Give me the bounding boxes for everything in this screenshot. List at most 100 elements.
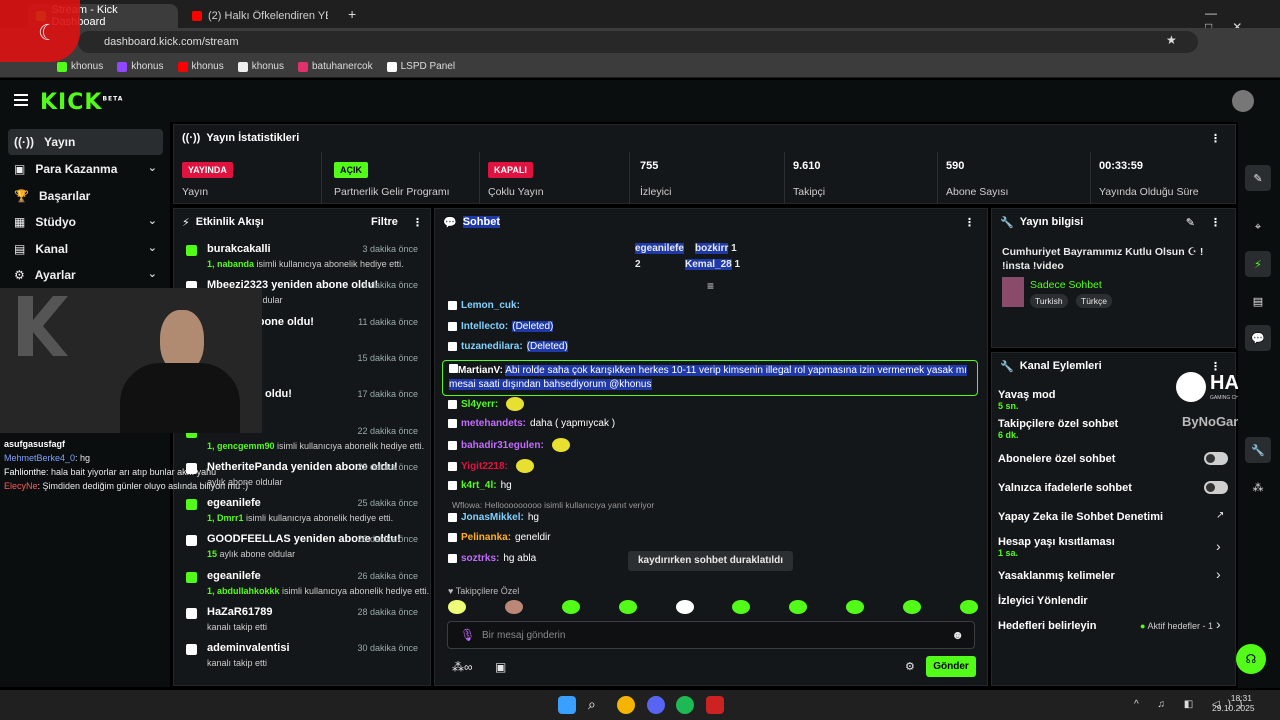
chat-settings-icon[interactable]: ⚙ — [905, 660, 915, 673]
more-icon[interactable]: ⋮ — [1210, 216, 1221, 229]
account-age-control[interactable]: Hesap yaşı kısıtlaması 1 sa. — [998, 536, 1115, 558]
emoji-icon[interactable]: ☻ — [951, 628, 964, 642]
wrench-icon[interactable]: 🔧 — [1245, 437, 1271, 463]
chat-username[interactable]: Lemon_cuk: — [461, 300, 520, 311]
filter-button[interactable]: Filtre — [371, 216, 398, 228]
ai-moderation-control[interactable]: Yapay Zeka ile Sohbet Denetimi — [998, 511, 1163, 523]
chat-message[interactable]: bahadir31egulen: — [448, 438, 570, 452]
chat-username[interactable]: Intellecto: — [461, 321, 508, 332]
stat-card-multistream[interactable]: KAPALI Çoklu Yayın — [480, 152, 630, 204]
emote-icon[interactable] — [732, 600, 751, 614]
sidebar-item-para-kazanma[interactable]: ▣ Para Kazanma ⌄ — [8, 156, 163, 182]
sidebar-item-ayarlar[interactable]: ⚙ Ayarlar ⌄ — [8, 262, 163, 288]
chat-username[interactable]: tuzanedilara: — [461, 341, 523, 352]
chat-username[interactable]: Pelinanka: — [461, 532, 511, 543]
banned-words-control[interactable]: Yasaklanmış kelimeler — [998, 570, 1115, 582]
goals-control[interactable]: Hedefleri belirleyin — [998, 620, 1096, 632]
chat-paused-notice[interactable]: kaydırırken sohbet duraklatıldı — [628, 551, 794, 571]
emote-icon[interactable] — [675, 600, 694, 614]
chat-username[interactable]: MartianV: — [458, 365, 503, 376]
more-icon[interactable]: ⋮ — [1210, 132, 1221, 145]
activity-event[interactable]: GOODFEELLAS yeniden abone oldu! 26 dakik… — [174, 529, 424, 565]
activity-event[interactable]: burakcakalli 3 dakika önce 1, nabanda is… — [174, 239, 424, 275]
chat-username[interactable]: k4rt_4l: — [461, 480, 497, 491]
emote-icon[interactable] — [789, 600, 808, 614]
sidebar-item-studyo[interactable]: ▦ Stüdyo ⌄ — [8, 209, 163, 235]
emote-icon[interactable] — [959, 600, 978, 614]
discord-icon[interactable] — [647, 696, 665, 714]
tools-icon[interactable]: ⁂ — [1245, 474, 1271, 500]
document-icon[interactable]: ▤ — [1245, 288, 1271, 314]
activity-event[interactable]: egeanilefe 26 dakika önce 1, abdullahkok… — [174, 566, 429, 602]
sidebar-item-basarilar[interactable]: 🏆 Başarılar — [8, 183, 163, 209]
slow-mode-control[interactable]: Yavaş mod 5 sn. — [998, 389, 1055, 411]
chat-message[interactable]: Intellecto: (Deleted) — [448, 321, 554, 332]
chevron-right-icon[interactable]: › — [1216, 538, 1221, 554]
chat-message[interactable]: tuzanedilara: (Deleted) — [448, 341, 568, 352]
chat-message[interactable]: Pelinanka: geneldir — [448, 532, 551, 543]
support-icon[interactable]: ☊ — [1236, 644, 1266, 674]
lightning-icon[interactable]: ⚡ — [1245, 251, 1271, 277]
send-button[interactable]: Gönder — [926, 656, 976, 677]
new-tab-icon[interactable]: + — [348, 6, 356, 22]
chat-username[interactable]: Yigit2218: — [461, 461, 508, 472]
category-link[interactable]: Sadece Sohbet — [1030, 279, 1102, 291]
chat-message[interactable]: Sl4yerr: — [448, 397, 525, 411]
chat-message[interactable]: Lemon_cuk: — [448, 300, 524, 311]
chat-message[interactable]: JonasMikkel: hg — [448, 512, 539, 523]
activity-event[interactable]: egeanilefe 25 dakika önce 1, Dmrr1 isiml… — [174, 493, 424, 529]
emote-icon[interactable] — [846, 600, 865, 614]
url-field[interactable]: dashboard.kick.com/stream — [78, 31, 1198, 53]
app-icon[interactable] — [706, 696, 724, 714]
collapse-icon[interactable]: ≡ — [707, 279, 714, 293]
spotify-icon[interactable] — [676, 696, 694, 714]
bookmark-item[interactable]: khonus — [112, 61, 168, 72]
subscribers-only-toggle[interactable] — [1204, 452, 1228, 465]
chat-message[interactable]: Wflowa: Hellooooooooo isimli kullanıcıya… — [448, 500, 654, 510]
menu-icon[interactable] — [14, 94, 28, 106]
emote-row[interactable] — [448, 600, 978, 616]
store-icon[interactable]: ▣ — [495, 660, 506, 674]
stat-card-partner[interactable]: AÇIK Partnerlik Gelir Programı — [326, 152, 480, 204]
emote-icon[interactable] — [504, 600, 523, 614]
chat-username[interactable]: Sl4yerr: — [461, 399, 498, 410]
chat-username[interactable]: metehandets: — [461, 418, 526, 429]
activity-event[interactable]: HaZaR61789 28 dakika önce kanalı takip e… — [174, 602, 424, 638]
emotes-only-toggle[interactable] — [1204, 481, 1228, 494]
kick-logo[interactable]: KICKBETA — [40, 90, 123, 115]
emote-icon[interactable] — [448, 600, 466, 614]
chat-tools-icon[interactable]: ⁂∞ — [452, 660, 473, 674]
mic-icon[interactable]: 🎙 — [460, 628, 475, 642]
tag[interactable]: Turkish — [1030, 294, 1068, 308]
followers-only-control[interactable]: Takipçilere özel sohbet 6 dk. — [998, 418, 1118, 440]
bookmark-item[interactable]: LSPD Panel — [382, 61, 460, 72]
emote-icon[interactable] — [561, 600, 580, 614]
chat-message[interactable]: k4rt_4l: hg — [448, 480, 512, 491]
bookmark-item[interactable]: khonus — [52, 61, 108, 72]
chat-username[interactable]: soztrks: — [461, 553, 499, 564]
chat-message[interactable]: MartianV: Abi rolde saha çok karışıkken … — [442, 360, 978, 396]
chat-input[interactable]: 🎙 Bir mesaj gönderin ☻ — [447, 621, 975, 649]
edit-icon[interactable]: ✎ — [1186, 216, 1195, 229]
stat-card-yayin[interactable]: YAYINDA Yayın — [174, 152, 322, 204]
chat-icon[interactable]: 💬 — [1245, 325, 1271, 351]
chat-message[interactable]: Yigit2218: — [448, 459, 534, 473]
raid-control[interactable]: İzleyici Yönlendir — [998, 595, 1088, 607]
more-icon[interactable]: ⋮ — [964, 216, 975, 229]
windows-start-icon[interactable] — [558, 696, 576, 714]
emote-icon[interactable] — [618, 600, 637, 614]
tag[interactable]: Türkçe — [1076, 294, 1112, 308]
search-icon[interactable]: ⌕ — [588, 696, 606, 714]
bookmark-item[interactable]: batuhanercok — [293, 61, 378, 72]
bookmark-star-icon[interactable]: ★ — [1166, 33, 1177, 47]
tab-youtube[interactable]: (2) Halkı Öfkelendiren YENİ OL... — [184, 4, 344, 28]
chat-username[interactable]: bahadir31egulen: — [461, 440, 544, 451]
chat-message[interactable]: soztrks: hg abla — [448, 553, 536, 564]
clock[interactable]: 18:31 29.10.2025 — [1212, 693, 1255, 713]
chrome-icon[interactable] — [617, 696, 635, 714]
chevron-right-icon[interactable]: › — [1216, 616, 1221, 632]
chat-username[interactable]: JonasMikkel: — [461, 512, 524, 523]
external-link-icon[interactable]: ↗ — [1216, 510, 1224, 521]
chevron-right-icon[interactable]: › — [1216, 566, 1221, 582]
bookmark-item[interactable]: khonus — [233, 61, 289, 72]
